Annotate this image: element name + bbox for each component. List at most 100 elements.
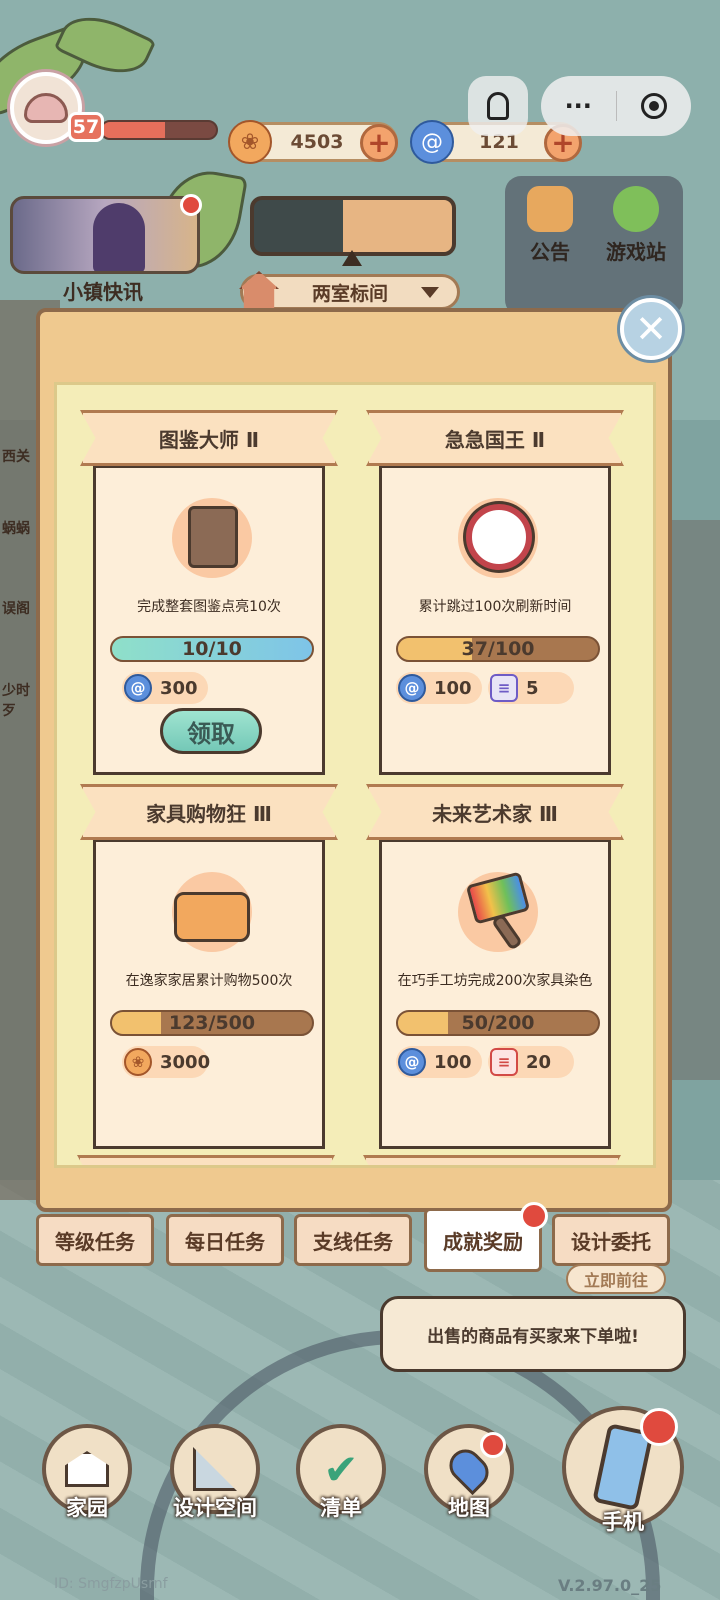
nav-phone-label: 手机 — [602, 1510, 644, 1534]
spiral-gem-icon: @ — [410, 120, 454, 164]
book-icon — [162, 488, 262, 588]
add-coins-button[interactable]: + — [360, 124, 398, 162]
reward-chip: @ 300 — [122, 672, 208, 704]
book-shape — [188, 506, 238, 568]
reward-chip: ≡ 20 — [488, 1046, 574, 1078]
sofa-shape — [174, 892, 250, 942]
version-label: V.2.97.0_25 — [558, 1576, 662, 1595]
next-row-ribbon — [77, 1155, 335, 1165]
achievement-progress-bar: 37/100 — [396, 636, 600, 662]
more-menu-button[interactable]: ··· — [541, 92, 616, 120]
achievement-title: 未来艺术家 Ⅲ — [366, 784, 624, 840]
tab-side-tasks[interactable]: 支线任务 — [294, 1214, 412, 1266]
nav-design-space[interactable]: 设计空间 — [166, 1424, 264, 1522]
reward-chip: @ 100 — [396, 672, 482, 704]
achievement-progress-bar: 123/500 — [110, 1010, 314, 1036]
progress-text: 37/100 — [461, 638, 535, 660]
achievement-description: 在逸家家居累计购物500次 — [125, 973, 293, 989]
close-modal-button[interactable]: ✕ — [620, 298, 682, 360]
announcement-label: 公告 — [530, 240, 570, 264]
side-label: 西关 — [2, 449, 30, 465]
level-badge: 57 — [68, 112, 104, 142]
reward-amount: 300 — [160, 677, 198, 699]
paint-brush-icon — [448, 862, 548, 962]
caret-up-icon — [342, 250, 362, 266]
reward-chip: @ 100 — [396, 1046, 482, 1078]
spiral-gem-icon: @ — [124, 674, 152, 702]
nav-checklist[interactable]: ✔ 清单 — [292, 1424, 390, 1522]
progress-text: 50/200 — [461, 1012, 535, 1034]
reward-amount: 100 — [434, 677, 472, 699]
spiral-gem-icon: @ — [398, 1048, 426, 1076]
reward-amount: 3000 — [160, 1051, 211, 1073]
reward-amount: 20 — [526, 1051, 552, 1073]
tab-design-commissions[interactable]: 设计委托 — [552, 1214, 670, 1266]
news-character-image — [93, 203, 145, 271]
joystick-icon — [487, 92, 509, 120]
notification-dot — [480, 1432, 506, 1458]
chevron-down-icon — [421, 287, 439, 298]
miniprogram-capsule: ··· — [541, 76, 691, 136]
sofa-icon — [162, 862, 262, 962]
room-name: 两室标间 — [311, 282, 388, 305]
achievement-description: 在巧手工坊完成200次家具染色 — [397, 973, 593, 989]
nav-map-label: 地图 — [448, 1496, 490, 1520]
red-ticket-icon: ≡ — [490, 1048, 518, 1076]
nav-design-space-label: 设计空间 — [173, 1496, 257, 1520]
reward-chip: ❀ 3000 — [122, 1046, 211, 1078]
tab-level-tasks[interactable]: 等级任务 — [36, 1214, 154, 1266]
achievement-card: 家具购物狂 Ⅲ 在逸家家居累计购物500次 123/500 ❀ 3000 — [80, 784, 338, 1149]
clock-icon — [448, 488, 548, 588]
joystick-button[interactable] — [468, 76, 528, 136]
side-label: 歹 — [2, 703, 16, 719]
snail-icon — [24, 93, 68, 123]
notification-dot — [180, 194, 202, 216]
nav-checklist-label: 清单 — [320, 1496, 362, 1520]
next-row-ribbon — [363, 1155, 621, 1165]
side-label: 蜗蜗 — [2, 521, 30, 537]
achievement-description: 累计跳过100次刷新时间 — [418, 599, 572, 615]
achievement-card: 急急国王 Ⅱ 累计跳过100次刷新时间 37/100 @ 100 ≡ 5 — [366, 410, 624, 775]
game-station-label: 游戏站 — [606, 240, 666, 264]
achievement-progress-bar: 10/10 — [110, 636, 314, 662]
notification-dot — [640, 1408, 678, 1446]
coin-amount: 4503 — [290, 131, 344, 153]
game-station-button[interactable]: 游戏站 — [596, 186, 676, 265]
town-news-card[interactable] — [10, 196, 200, 274]
reward-chip: ≡ 5 — [488, 672, 574, 704]
scene-shelf — [664, 520, 720, 1080]
house-shape — [65, 1451, 109, 1487]
achievement-description: 完成整套图鉴点亮10次 — [137, 599, 281, 615]
claim-button[interactable]: 领取 — [160, 708, 262, 754]
achievement-list[interactable]: 图鉴大师 Ⅱ 完成整套图鉴点亮10次 10/10 @ 300 领取 急急国王 Ⅱ — [54, 382, 656, 1168]
nav-home[interactable]: 家园 — [38, 1424, 136, 1522]
spiral-gem-icon: @ — [398, 674, 426, 702]
tab-daily-tasks[interactable]: 每日任务 — [166, 1214, 284, 1266]
notification-speech-bubble: 出售的商品有买家来下单啦! — [380, 1296, 686, 1372]
news-label: 小镇快讯 — [63, 280, 143, 304]
go-now-button[interactable]: 立即前往 — [566, 1264, 666, 1294]
set-square-shape — [193, 1447, 237, 1491]
player-id: ID: SmgfzpUsrnf — [54, 1576, 168, 1592]
xp-progress-fill — [102, 122, 165, 138]
progress-text: 123/500 — [168, 1012, 256, 1034]
clock-face — [466, 504, 532, 570]
chat-bubble-icon — [613, 186, 659, 232]
achievement-card: 图鉴大师 Ⅱ 完成整套图鉴点亮10次 10/10 @ 300 领取 — [80, 410, 338, 775]
room-selector[interactable]: 两室标间 — [239, 271, 460, 311]
reward-amount: 5 — [526, 677, 539, 699]
achievement-title: 图鉴大师 Ⅱ — [80, 410, 338, 466]
achievement-progress-bar: 50/200 — [396, 1010, 600, 1036]
achievement-title: 急急国王 Ⅱ — [366, 410, 624, 466]
side-label: 误阁 — [2, 601, 30, 617]
achievement-modal: 图鉴大师 Ⅱ 完成整套图鉴点亮10次 10/10 @ 300 领取 急急国王 Ⅱ — [36, 308, 672, 1212]
close-miniprogram-button[interactable] — [617, 93, 692, 119]
megaphone-icon — [527, 186, 573, 232]
coin-icon: ❀ — [124, 1048, 152, 1076]
notification-dot — [520, 1202, 548, 1230]
progress-text: 10/10 — [182, 638, 242, 660]
achievement-title: 家具购物狂 Ⅲ — [80, 784, 338, 840]
reward-amount: 100 — [434, 1051, 472, 1073]
xp-progress-bar — [100, 120, 218, 140]
announcement-button[interactable]: 公告 — [510, 186, 590, 265]
